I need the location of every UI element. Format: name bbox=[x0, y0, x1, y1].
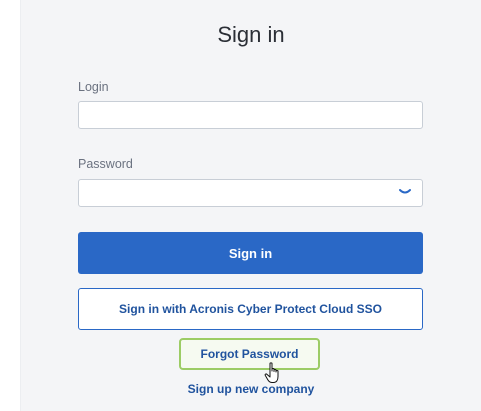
forgot-password-link[interactable]: Forgot Password bbox=[179, 338, 320, 370]
login-page: Sign in Login Password Sign in Sign in w… bbox=[0, 0, 481, 411]
page-title: Sign in bbox=[217, 22, 285, 47]
login-input[interactable] bbox=[78, 101, 423, 129]
signin-button[interactable]: Sign in bbox=[78, 232, 423, 274]
signin-panel: Sign in Login Password Sign in Sign in w… bbox=[20, 0, 481, 411]
password-label: Password bbox=[78, 157, 133, 171]
sso-signin-button[interactable]: Sign in with Acronis Cyber Protect Cloud… bbox=[78, 288, 423, 330]
signup-link[interactable]: Sign up new company bbox=[21, 382, 481, 396]
eye-icon[interactable] bbox=[399, 188, 411, 196]
hand-cursor-icon bbox=[264, 362, 279, 383]
password-input[interactable] bbox=[78, 179, 423, 207]
login-label: Login bbox=[78, 80, 109, 94]
